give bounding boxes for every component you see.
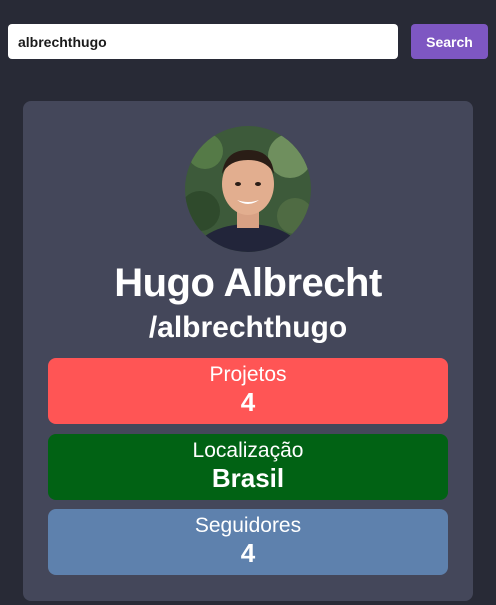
stat-followers: Seguidores 4 <box>48 509 448 575</box>
stat-projects: Projetos 4 <box>48 358 448 424</box>
profile-username: /albrechthugo <box>148 311 348 344</box>
stat-location-value: Brasil <box>211 463 285 493</box>
profile-name: Hugo Albrecht <box>114 261 382 305</box>
avatar-image <box>185 126 311 252</box>
search-input[interactable] <box>8 24 398 59</box>
stat-projects-label: Projetos <box>209 363 287 386</box>
stat-location-label: Localização <box>192 439 304 462</box>
profile-card: Hugo Albrecht /albrechthugo Projetos 4 L… <box>23 101 473 601</box>
stat-projects-value: 4 <box>240 387 256 417</box>
stat-followers-label: Seguidores <box>194 514 302 537</box>
search-bar: Search <box>8 24 488 59</box>
search-button[interactable]: Search <box>411 24 488 59</box>
stat-location: Localização Brasil <box>48 434 448 500</box>
avatar <box>185 126 311 252</box>
stat-followers-value: 4 <box>240 538 256 568</box>
